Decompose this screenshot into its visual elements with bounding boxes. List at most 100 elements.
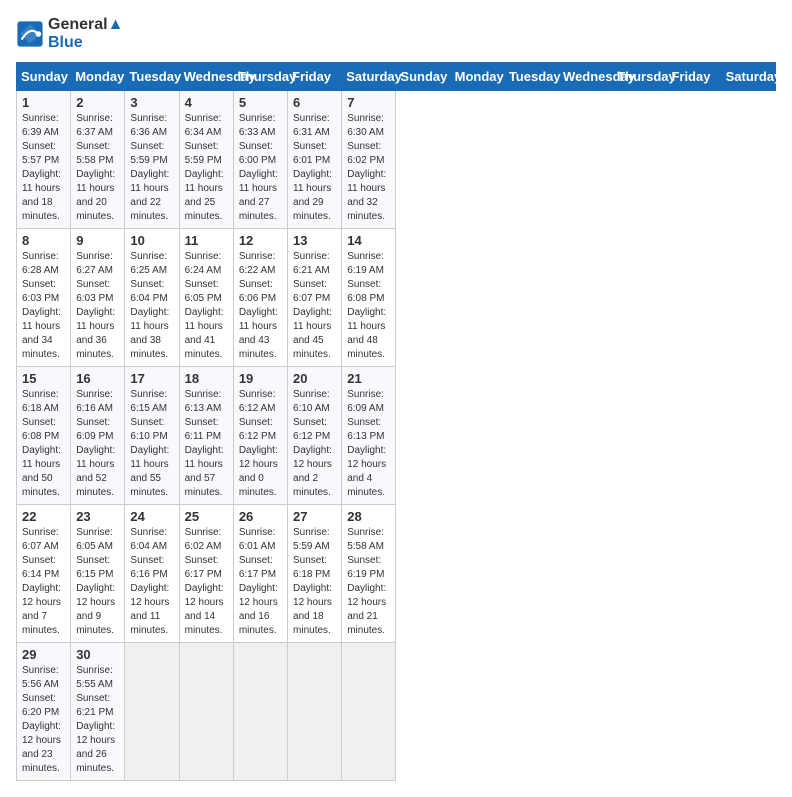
day-number: 13: [293, 233, 336, 248]
day-cell: 8 Sunrise: 6:28 AM Sunset: 6:03 PM Daylig…: [17, 229, 71, 367]
day-cell: 19 Sunrise: 6:12 AM Sunset: 6:12 PM Dayli…: [233, 367, 287, 505]
day-number: 15: [22, 371, 65, 386]
day-info: Sunrise: 6:30 AM Sunset: 6:02 PM Dayligh…: [347, 112, 390, 224]
day-cell: [125, 643, 179, 781]
day-info: Sunrise: 6:05 AM Sunset: 6:15 PM Dayligh…: [76, 526, 119, 638]
day-info: Sunrise: 6:04 AM Sunset: 6:16 PM Dayligh…: [130, 526, 173, 638]
col-header-wednesday: Wednesday: [179, 63, 233, 91]
week-row-4: 22 Sunrise: 6:07 AM Sunset: 6:14 PM Dayli…: [17, 505, 776, 643]
day-cell: 30 Sunrise: 5:55 AM Sunset: 6:21 PM Dayli…: [71, 643, 125, 781]
day-cell: 3 Sunrise: 6:36 AM Sunset: 5:59 PM Daylig…: [125, 91, 179, 229]
day-info: Sunrise: 6:33 AM Sunset: 6:00 PM Dayligh…: [239, 112, 282, 224]
day-number: 7: [347, 95, 390, 110]
week-row-2: 8 Sunrise: 6:28 AM Sunset: 6:03 PM Daylig…: [17, 229, 776, 367]
day-number: 18: [185, 371, 228, 386]
day-cell: 18Sunrise: 6:13 AM Sunset: 6:11 PM Dayli…: [179, 367, 233, 505]
day-cell: 6 Sunrise: 6:31 AM Sunset: 6:01 PM Daylig…: [288, 91, 342, 229]
day-number: 12: [239, 233, 282, 248]
day-number: 30: [76, 647, 119, 662]
day-number: 17: [130, 371, 173, 386]
day-info: Sunrise: 5:58 AM Sunset: 6:19 PM Dayligh…: [347, 526, 390, 638]
day-cell: 14Sunrise: 6:19 AM Sunset: 6:08 PM Dayli…: [342, 229, 396, 367]
col-header-sunday: Sunday: [396, 63, 450, 91]
day-cell: 26 Sunrise: 6:01 AM Sunset: 6:17 PM Dayli…: [233, 505, 287, 643]
day-number: 24: [130, 509, 173, 524]
day-cell: [342, 643, 396, 781]
day-info: Sunrise: 6:02 AM Sunset: 6:17 PM Dayligh…: [185, 526, 228, 638]
day-info: Sunrise: 6:25 AM Sunset: 6:04 PM Dayligh…: [130, 250, 173, 362]
col-header-sunday: Sunday: [17, 63, 71, 91]
day-info: Sunrise: 6:39 AM Sunset: 5:57 PM Dayligh…: [22, 112, 65, 224]
day-cell: 28Sunrise: 5:58 AM Sunset: 6:19 PM Dayli…: [342, 505, 396, 643]
day-info: Sunrise: 5:55 AM Sunset: 6:21 PM Dayligh…: [76, 664, 119, 776]
day-cell: 16 Sunrise: 6:16 AM Sunset: 6:09 PM Dayli…: [71, 367, 125, 505]
day-number: 2: [76, 95, 119, 110]
day-number: 26: [239, 509, 282, 524]
logo: General▲ Blue: [16, 16, 123, 52]
page-header: General▲ Blue: [16, 16, 776, 52]
day-info: Sunrise: 6:12 AM Sunset: 6:12 PM Dayligh…: [239, 388, 282, 500]
day-cell: [233, 643, 287, 781]
day-cell: 21Sunrise: 6:09 AM Sunset: 6:13 PM Dayli…: [342, 367, 396, 505]
day-number: 16: [76, 371, 119, 386]
day-info: Sunrise: 6:31 AM Sunset: 6:01 PM Dayligh…: [293, 112, 336, 224]
col-header-tuesday: Tuesday: [504, 63, 558, 91]
day-number: 11: [185, 233, 228, 248]
day-cell: [179, 643, 233, 781]
calendar-table: SundayMondayTuesdayWednesdayThursdayFrid…: [16, 62, 776, 781]
day-cell: 23 Sunrise: 6:05 AM Sunset: 6:15 PM Dayli…: [71, 505, 125, 643]
logo-icon: [16, 20, 44, 48]
day-cell: 13 Sunrise: 6:21 AM Sunset: 6:07 PM Dayli…: [288, 229, 342, 367]
col-header-monday: Monday: [71, 63, 125, 91]
day-cell: 7 Sunrise: 6:30 AM Sunset: 6:02 PM Daylig…: [342, 91, 396, 229]
day-cell: [288, 643, 342, 781]
day-info: Sunrise: 6:09 AM Sunset: 6:13 PM Dayligh…: [347, 388, 390, 500]
day-info: Sunrise: 6:24 AM Sunset: 6:05 PM Dayligh…: [185, 250, 228, 362]
day-number: 1: [22, 95, 65, 110]
day-info: Sunrise: 6:10 AM Sunset: 6:12 PM Dayligh…: [293, 388, 336, 500]
day-number: 10: [130, 233, 173, 248]
col-header-friday: Friday: [288, 63, 342, 91]
day-cell: 17 Sunrise: 6:15 AM Sunset: 6:10 PM Dayli…: [125, 367, 179, 505]
col-header-thursday: Thursday: [613, 63, 667, 91]
day-info: Sunrise: 6:34 AM Sunset: 5:59 PM Dayligh…: [185, 112, 228, 224]
day-number: 29: [22, 647, 65, 662]
day-cell: 11 Sunrise: 6:24 AM Sunset: 6:05 PM Dayli…: [179, 229, 233, 367]
day-info: Sunrise: 6:15 AM Sunset: 6:10 PM Dayligh…: [130, 388, 173, 500]
day-number: 9: [76, 233, 119, 248]
day-info: Sunrise: 6:21 AM Sunset: 6:07 PM Dayligh…: [293, 250, 336, 362]
day-info: Sunrise: 6:16 AM Sunset: 6:09 PM Dayligh…: [76, 388, 119, 500]
day-number: 27: [293, 509, 336, 524]
day-number: 6: [293, 95, 336, 110]
day-cell: 10 Sunrise: 6:25 AM Sunset: 6:04 PM Dayli…: [125, 229, 179, 367]
day-cell: 25Sunrise: 6:02 AM Sunset: 6:17 PM Dayli…: [179, 505, 233, 643]
day-number: 22: [22, 509, 65, 524]
col-header-tuesday: Tuesday: [125, 63, 179, 91]
day-number: 19: [239, 371, 282, 386]
day-info: Sunrise: 5:59 AM Sunset: 6:18 PM Dayligh…: [293, 526, 336, 638]
day-cell: 27 Sunrise: 5:59 AM Sunset: 6:18 PM Dayli…: [288, 505, 342, 643]
col-header-saturday: Saturday: [342, 63, 396, 91]
day-info: Sunrise: 6:19 AM Sunset: 6:08 PM Dayligh…: [347, 250, 390, 362]
day-number: 8: [22, 233, 65, 248]
day-info: Sunrise: 6:22 AM Sunset: 6:06 PM Dayligh…: [239, 250, 282, 362]
day-cell: 1 Sunrise: 6:39 AM Sunset: 5:57 PM Daylig…: [17, 91, 71, 229]
day-info: Sunrise: 6:28 AM Sunset: 6:03 PM Dayligh…: [22, 250, 65, 362]
day-number: 23: [76, 509, 119, 524]
col-header-wednesday: Wednesday: [559, 63, 613, 91]
day-info: Sunrise: 6:01 AM Sunset: 6:17 PM Dayligh…: [239, 526, 282, 638]
day-cell: 9 Sunrise: 6:27 AM Sunset: 6:03 PM Daylig…: [71, 229, 125, 367]
day-info: Sunrise: 6:37 AM Sunset: 5:58 PM Dayligh…: [76, 112, 119, 224]
day-number: 4: [185, 95, 228, 110]
day-info: Sunrise: 5:56 AM Sunset: 6:20 PM Dayligh…: [22, 664, 65, 776]
day-number: 3: [130, 95, 173, 110]
day-number: 20: [293, 371, 336, 386]
day-info: Sunrise: 6:27 AM Sunset: 6:03 PM Dayligh…: [76, 250, 119, 362]
day-info: Sunrise: 6:36 AM Sunset: 5:59 PM Dayligh…: [130, 112, 173, 224]
day-cell: 2 Sunrise: 6:37 AM Sunset: 5:58 PM Daylig…: [71, 91, 125, 229]
logo-text: General▲ Blue: [48, 16, 123, 52]
day-number: 5: [239, 95, 282, 110]
col-header-thursday: Thursday: [233, 63, 287, 91]
day-info: Sunrise: 6:07 AM Sunset: 6:14 PM Dayligh…: [22, 526, 65, 638]
col-header-monday: Monday: [450, 63, 504, 91]
